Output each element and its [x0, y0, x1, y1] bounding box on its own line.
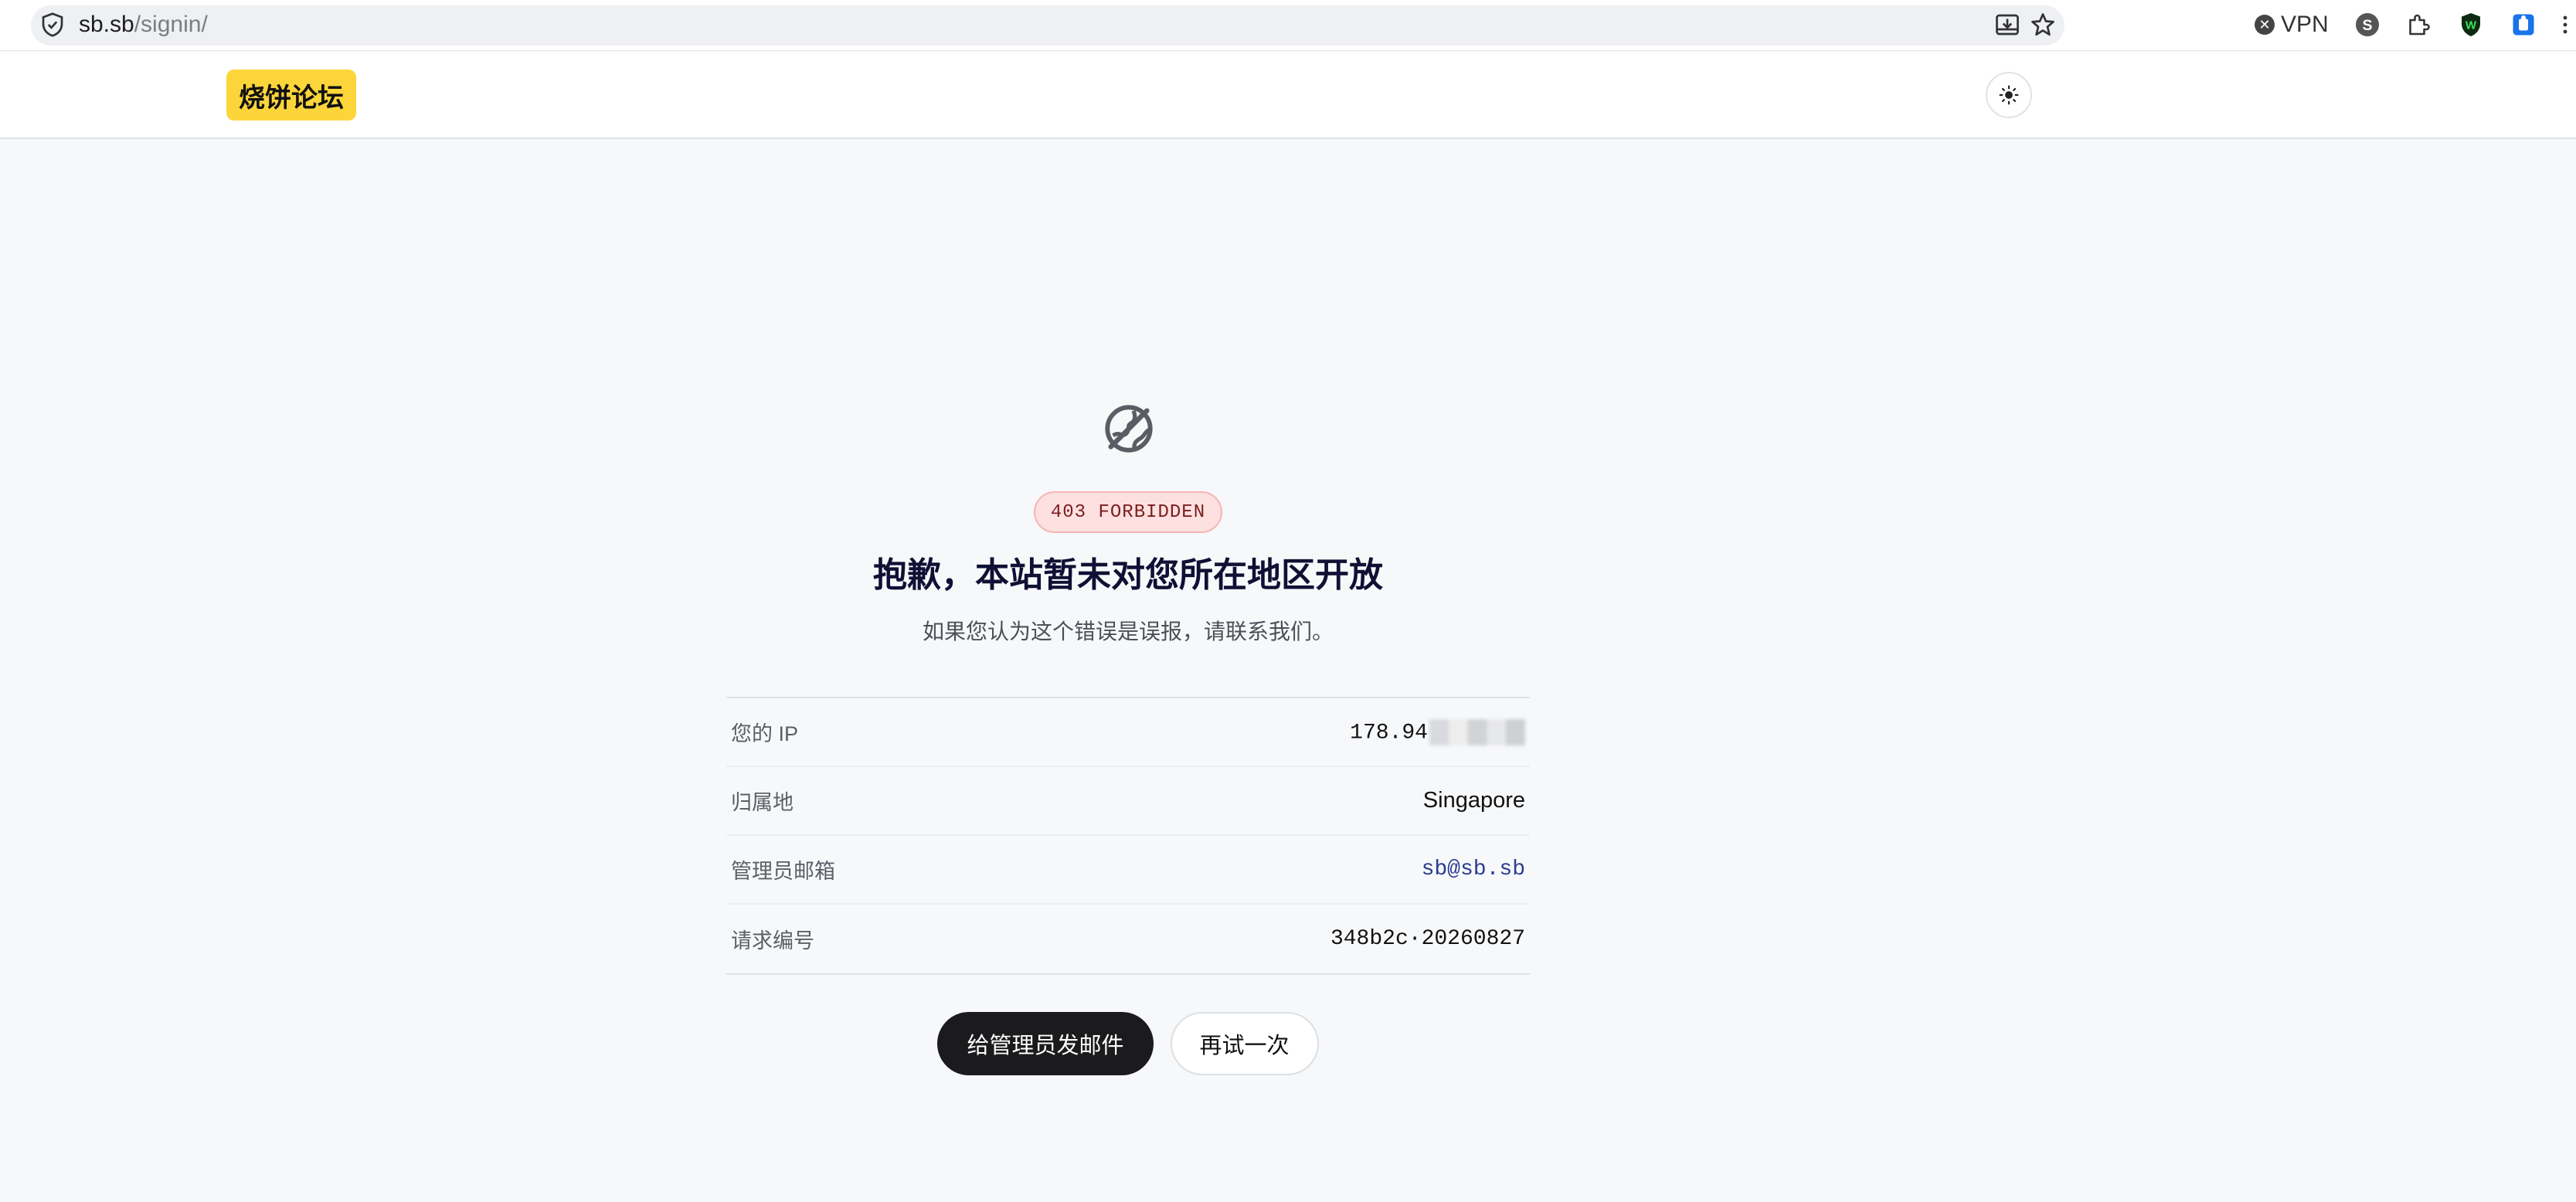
table-row: 请求编号 348b2c·20260827 — [726, 905, 1530, 973]
svg-text:W: W — [2466, 19, 2477, 32]
url-path: /signin/ — [134, 12, 208, 37]
request-info-table: 您的 IP 178.94 归属地 Singapore 管理员邮箱 sb@sb.s… — [726, 697, 1530, 975]
request-id-value: 348b2c·20260827 — [1330, 927, 1525, 951]
page-subtitle: 如果您认为这个错误是误报，请联系我们。 — [922, 620, 1334, 643]
site-logo[interactable]: 烧饼论坛 — [226, 70, 356, 121]
admin-email-link[interactable]: sb@sb.sb — [1422, 857, 1525, 881]
location-label: 归属地 — [731, 791, 794, 814]
site-header: 烧饼论坛 — [0, 52, 2576, 139]
email-admin-button[interactable]: 给管理员发邮件 — [937, 1012, 1154, 1075]
extensions-puzzle-icon[interactable] — [2404, 11, 2432, 39]
vpn-off-icon: ✕ — [2255, 15, 2275, 35]
svg-text:S: S — [2362, 17, 2372, 34]
blocked-globe-icon — [1105, 405, 1153, 453]
url-host: sb.sb — [79, 12, 134, 37]
vpn-label: VPN — [2281, 12, 2329, 37]
bookmark-star-icon[interactable] — [2029, 11, 2057, 39]
theme-toggle-button[interactable] — [1986, 72, 2032, 118]
translate-extension-icon[interactable] — [2510, 11, 2537, 39]
status-badge: 403 FORBIDDEN — [1034, 491, 1222, 533]
location-value: Singapore — [1422, 788, 1525, 813]
page-title: 抱歉，本站暂未对您所在地区开放 — [873, 556, 1383, 594]
site-info-shield-icon[interactable] — [39, 11, 66, 39]
address-bar[interactable] — [31, 5, 2065, 46]
url-text[interactable]: sb.sb/signin/ — [79, 9, 208, 40]
browser-menu-icon[interactable] — [2557, 11, 2573, 39]
install-app-icon[interactable] — [1993, 11, 2021, 39]
browser-toolbar: sb.sb/signin/ ✕ VPN S W — [0, 0, 2576, 51]
admin-email-label: 管理员邮箱 — [731, 860, 835, 883]
table-row: 管理员邮箱 sb@sb.sb — [726, 836, 1530, 905]
redacted-ip-blur — [1429, 718, 1525, 745]
sun-icon — [1999, 85, 2019, 105]
request-id-label: 请求编号 — [731, 929, 814, 952]
table-row: 您的 IP 178.94 — [726, 698, 1530, 767]
vpn-extension[interactable]: ✕ VPN — [2255, 9, 2329, 40]
ip-label: 您的 IP — [731, 722, 799, 745]
shield-extension-icon[interactable]: W — [2457, 11, 2485, 39]
profile-s-icon[interactable]: S — [2353, 11, 2381, 39]
action-buttons: 给管理员发邮件 再试一次 — [726, 1012, 1530, 1075]
ip-value-wrapper: 178.94 — [1350, 718, 1525, 745]
ip-value: 178.94 — [1350, 720, 1428, 745]
retry-button[interactable]: 再试一次 — [1170, 1012, 1319, 1075]
table-row: 归属地 Singapore — [726, 767, 1530, 836]
